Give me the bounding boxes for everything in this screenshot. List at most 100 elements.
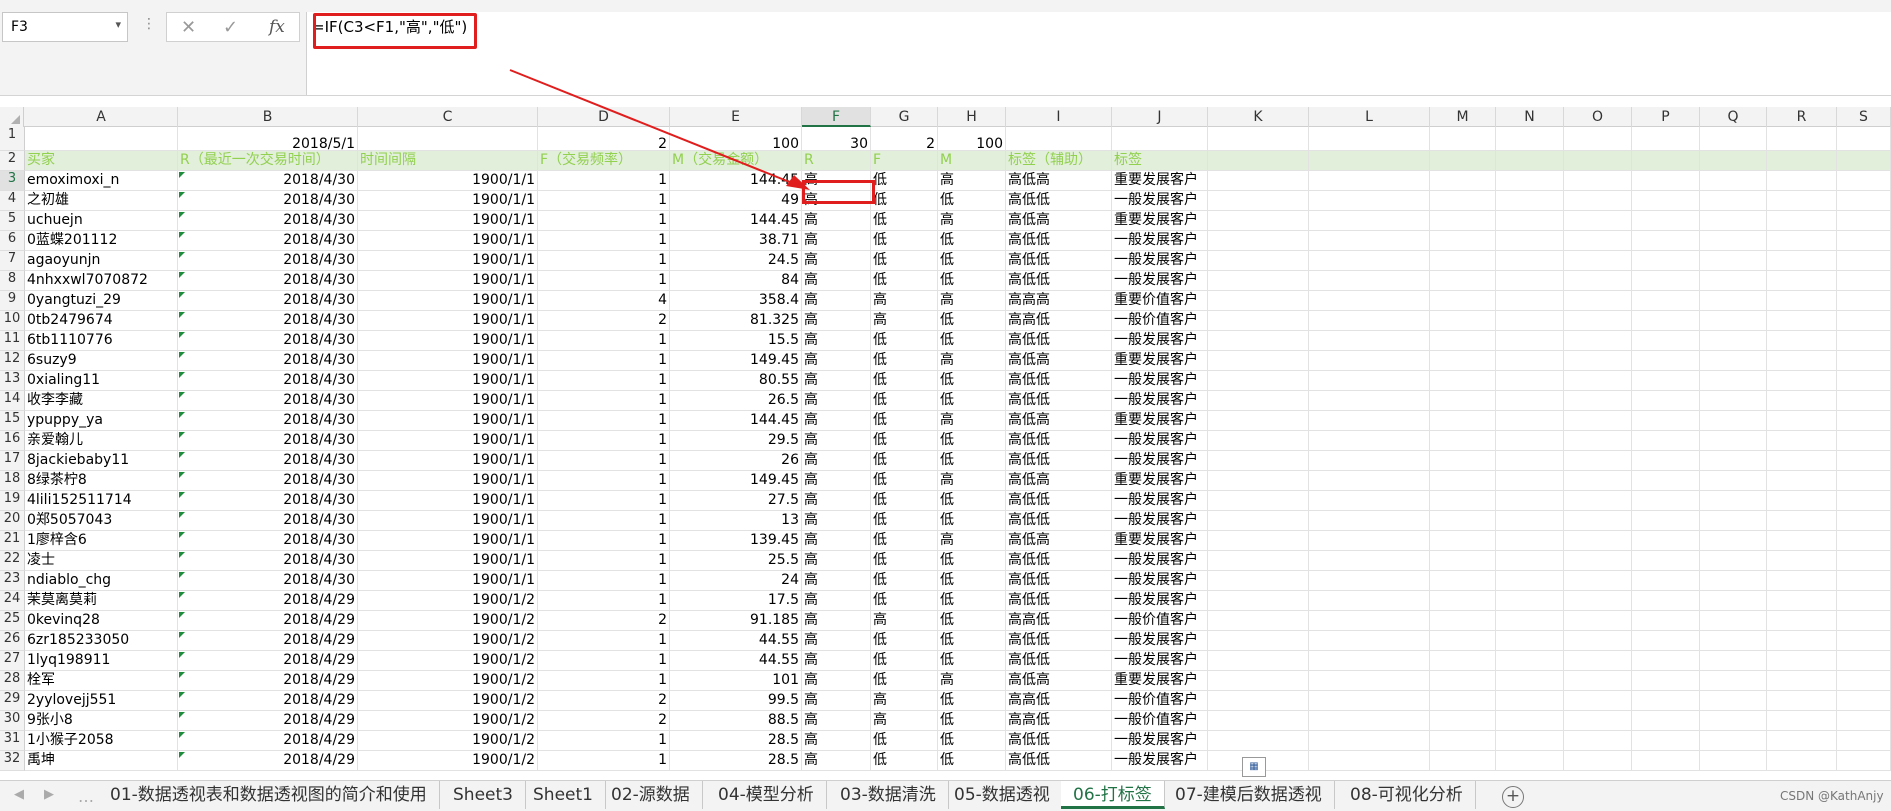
row-header[interactable]: 27 [0,651,25,671]
empty-cell[interactable] [1767,291,1837,311]
data-cell[interactable]: 1 [538,631,670,651]
data-cell[interactable]: 低 [938,711,1006,731]
empty-cell[interactable] [1632,511,1700,531]
empty-cell[interactable] [1632,291,1700,311]
empty-cell[interactable] [1700,491,1767,511]
data-cell[interactable]: 高 [802,491,871,511]
data-cell[interactable]: 1900/1/1 [358,511,538,531]
empty-cell[interactable] [1496,611,1564,631]
empty-cell[interactable] [1208,591,1309,611]
empty-cell[interactable] [1632,531,1700,551]
empty-cell[interactable] [1837,431,1891,451]
data-cell[interactable]: 高高低 [1006,691,1112,711]
data-cell[interactable]: 高低低 [1006,331,1112,351]
empty-cell[interactable] [1837,251,1891,271]
data-cell[interactable]: 高 [802,371,871,391]
header-cell[interactable]: M [938,151,1006,171]
data-cell[interactable]: 1lyq198911 [25,651,178,671]
data-cell[interactable]: 高 [802,651,871,671]
data-cell[interactable]: 6suzy9 [25,351,178,371]
data-cell[interactable]: 1 [538,751,670,771]
sheet-tab[interactable]: 06-打标签 [1061,781,1165,809]
empty-cell[interactable] [1700,371,1767,391]
data-cell[interactable]: 低 [938,691,1006,711]
sheet-tab[interactable]: 02-源数据 [599,781,703,809]
empty-cell[interactable] [1700,611,1767,631]
data-cell[interactable]: 低 [938,491,1006,511]
data-cell[interactable]: 高低低 [1006,431,1112,451]
empty-cell[interactable] [1632,671,1700,691]
empty-cell[interactable] [1430,531,1496,551]
empty-cell[interactable] [1700,351,1767,371]
data-cell[interactable]: 低 [871,591,938,611]
data-cell[interactable]: 1 [538,491,670,511]
empty-cell[interactable] [1632,751,1700,771]
empty-cell[interactable] [1564,731,1632,751]
data-cell[interactable]: 2018/4/30 [178,551,358,571]
cell-g1[interactable]: 2 [871,127,938,151]
empty-cell[interactable] [1700,711,1767,731]
empty-cell[interactable] [1837,311,1891,331]
empty-cell[interactable] [1564,451,1632,471]
empty-cell[interactable] [1564,231,1632,251]
data-cell[interactable]: 0xialing11 [25,371,178,391]
empty-cell[interactable] [1309,191,1430,211]
empty-cell[interactable] [1309,311,1430,331]
cell-m1[interactable] [1430,127,1496,151]
data-cell[interactable]: 1900/1/1 [358,251,538,271]
data-cell[interactable]: 高 [802,171,871,191]
data-cell[interactable]: 2yylovejj551 [25,691,178,711]
cell-o1[interactable] [1564,127,1632,151]
data-cell[interactable]: 一般发展客户 [1112,451,1208,471]
data-cell[interactable]: 一般发展客户 [1112,491,1208,511]
data-cell[interactable]: 高 [938,211,1006,231]
empty-cell[interactable] [1700,331,1767,351]
empty-cell[interactable] [1837,211,1891,231]
data-cell[interactable]: 2018/4/30 [178,251,358,271]
empty-cell[interactable] [1208,291,1309,311]
data-cell[interactable]: 收李李藏 [25,391,178,411]
sheet-tab[interactable]: 05-数据透视 [942,781,1063,809]
data-cell[interactable]: 1900/1/1 [358,431,538,451]
empty-cell[interactable] [1700,471,1767,491]
empty-cell[interactable] [1496,511,1564,531]
header-cell[interactable]: R（最近一次交易时间） [178,151,358,171]
data-cell[interactable]: 高 [871,711,938,731]
empty-cell[interactable] [1700,451,1767,471]
cancel-icon[interactable]: ✕ [181,17,196,38]
data-cell[interactable]: 重要发展客户 [1112,671,1208,691]
data-cell[interactable]: 高低低 [1006,631,1112,651]
empty-cell[interactable] [1564,531,1632,551]
empty-cell[interactable] [1564,411,1632,431]
data-cell[interactable]: 低 [938,251,1006,271]
empty-cell[interactable] [1309,631,1430,651]
empty-cell[interactable] [1767,651,1837,671]
empty-cell[interactable] [1632,611,1700,631]
empty-cell[interactable] [1564,651,1632,671]
data-cell[interactable]: 1 [538,191,670,211]
empty-cell[interactable] [1430,211,1496,231]
header-cell[interactable]: 标签（辅助） [1006,151,1112,171]
data-cell[interactable]: 低 [938,591,1006,611]
data-cell[interactable]: 1 [538,451,670,471]
data-cell[interactable]: 1 [538,331,670,351]
data-cell[interactable]: 2018/4/29 [178,691,358,711]
data-cell[interactable]: 一般发展客户 [1112,551,1208,571]
empty-cell[interactable] [1208,531,1309,551]
data-cell[interactable]: 高低低 [1006,391,1112,411]
empty-cell[interactable] [1430,191,1496,211]
data-cell[interactable]: 1 [538,391,670,411]
data-cell[interactable]: 高低高 [1006,211,1112,231]
empty-cell[interactable] [1700,291,1767,311]
empty-cell[interactable] [1700,211,1767,231]
cell-r1[interactable] [1767,127,1837,151]
data-cell[interactable]: 4 [538,291,670,311]
empty-cell[interactable] [1496,551,1564,571]
data-cell[interactable]: 一般发展客户 [1112,231,1208,251]
data-cell[interactable]: 2 [538,611,670,631]
data-cell[interactable]: 2018/4/30 [178,371,358,391]
empty-cell[interactable] [1430,551,1496,571]
empty-cell[interactable] [1632,471,1700,491]
empty-cell[interactable] [1430,631,1496,651]
header-cell[interactable]: F（交易频率） [538,151,670,171]
